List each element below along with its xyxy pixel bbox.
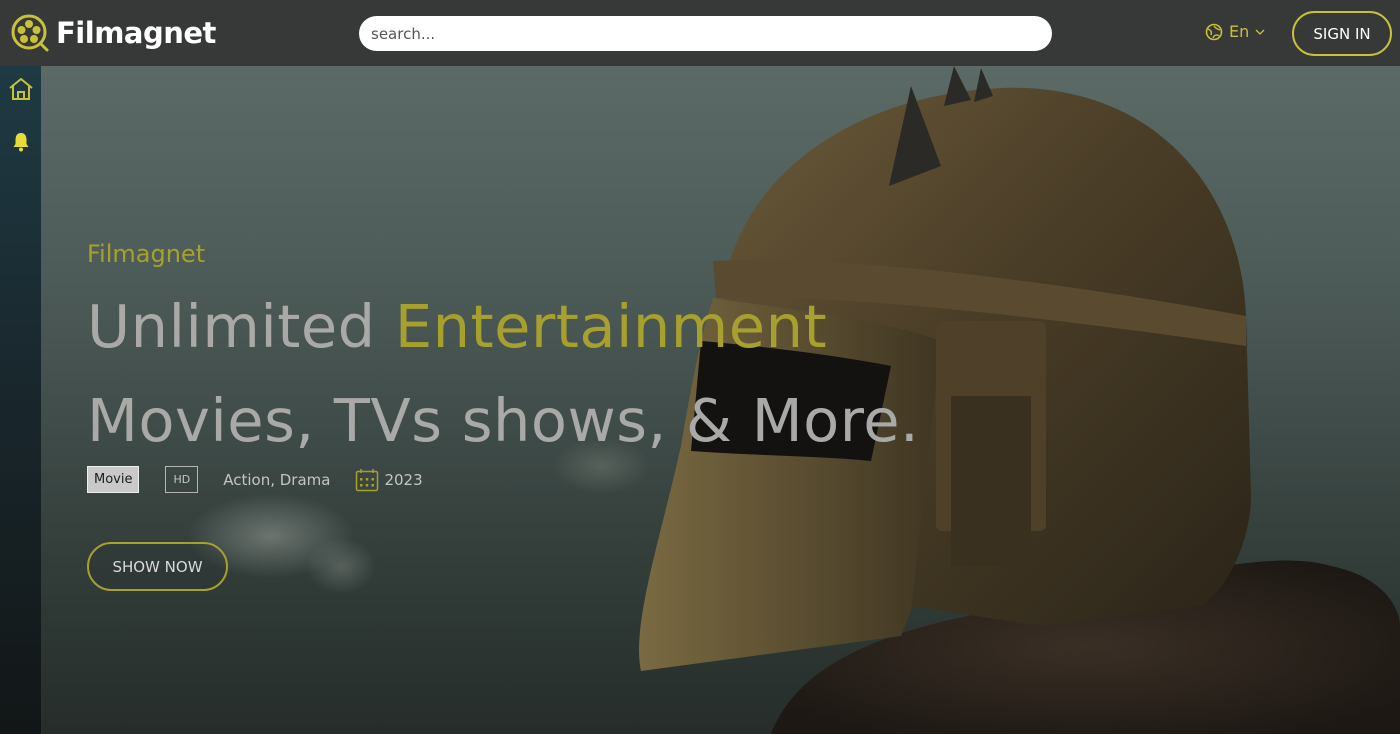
brand-name: Filmagnet [56, 16, 216, 50]
top-bar: Filmagnet En SIGN IN [0, 0, 1400, 66]
quality-badge: HD [165, 466, 199, 493]
release-year: 2023 [355, 468, 423, 492]
sidebar-item-notifications[interactable] [7, 128, 35, 156]
hero-text: Filmagnet Unlimited Entertainment Movies… [87, 240, 919, 468]
hero-headline-line-2: Movies, TVs shows, & More. [87, 386, 920, 455]
genres-text: Action, Drama [223, 470, 331, 489]
chevron-down-icon [1255, 29, 1265, 35]
type-badge: Movie [87, 466, 140, 493]
globe-icon [1205, 23, 1223, 40]
language-selector[interactable]: En [1205, 22, 1265, 41]
year-text: 2023 [384, 470, 423, 489]
hero-headline-line-1: Unlimited Entertainment [87, 280, 919, 374]
bell-icon [13, 133, 29, 152]
film-reel-logo-icon [11, 14, 49, 52]
calendar-icon [356, 468, 379, 491]
sidebar [0, 66, 41, 734]
language-label: En [1229, 22, 1250, 41]
hero-eyebrow: Filmagnet [87, 240, 206, 268]
brand[interactable]: Filmagnet [10, 13, 216, 53]
show-now-button[interactable]: SHOW NOW [87, 542, 228, 591]
home-icon [9, 78, 33, 100]
search-input[interactable] [359, 16, 1052, 51]
sidebar-item-home[interactable] [7, 75, 35, 103]
headline-accent: Entertainment [394, 292, 828, 361]
hero-banner: Filmagnet Unlimited Entertainment Movies… [41, 66, 1400, 734]
hero-meta: Movie HD Action, Drama 2023 [87, 466, 423, 493]
sign-in-button[interactable]: SIGN IN [1292, 11, 1392, 56]
headline-plain: Unlimited [87, 292, 395, 361]
